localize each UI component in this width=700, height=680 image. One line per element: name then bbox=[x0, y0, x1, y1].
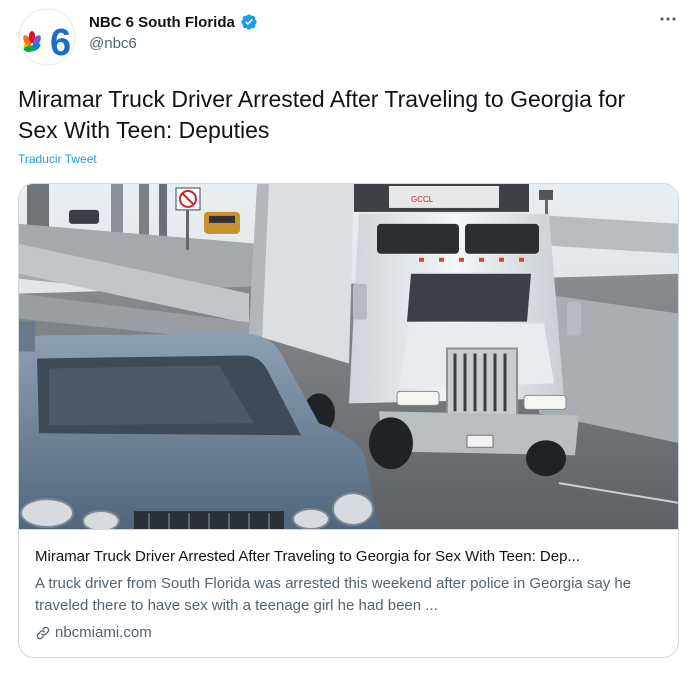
avatar[interactable]: 6 bbox=[18, 8, 76, 66]
card-title: Miramar Truck Driver Arrested After Trav… bbox=[35, 548, 580, 565]
verified-badge-icon bbox=[241, 14, 257, 30]
tweet: 6 NBC 6 South Florida @nbc6 Miramar Truc… bbox=[0, 0, 700, 680]
translate-tweet-link[interactable]: Traducir Tweet bbox=[18, 152, 97, 166]
more-options-icon bbox=[660, 17, 676, 21]
svg-text:GCCL: GCCL bbox=[411, 195, 434, 204]
author-handle[interactable]: @nbc6 bbox=[89, 35, 137, 52]
svg-text:6: 6 bbox=[50, 22, 71, 64]
tweet-text: Miramar Truck Driver Arrested After Trav… bbox=[18, 86, 626, 143]
nbc6-logo-icon: 6 bbox=[18, 8, 76, 66]
link-card[interactable]: GCCL Miramar Truck Driver Arrested After… bbox=[18, 183, 679, 658]
card-domain: nbcmiami.com bbox=[35, 624, 152, 641]
card-image: GCCL bbox=[19, 184, 678, 530]
link-icon bbox=[36, 626, 50, 639]
more-options-button[interactable] bbox=[654, 9, 682, 29]
card-domain-label: nbcmiami.com bbox=[55, 624, 152, 641]
card-description: A truck driver from South Florida was ar… bbox=[35, 575, 632, 614]
author-name-label: NBC 6 South Florida bbox=[89, 13, 235, 31]
author-name[interactable]: NBC 6 South Florida bbox=[89, 13, 258, 31]
